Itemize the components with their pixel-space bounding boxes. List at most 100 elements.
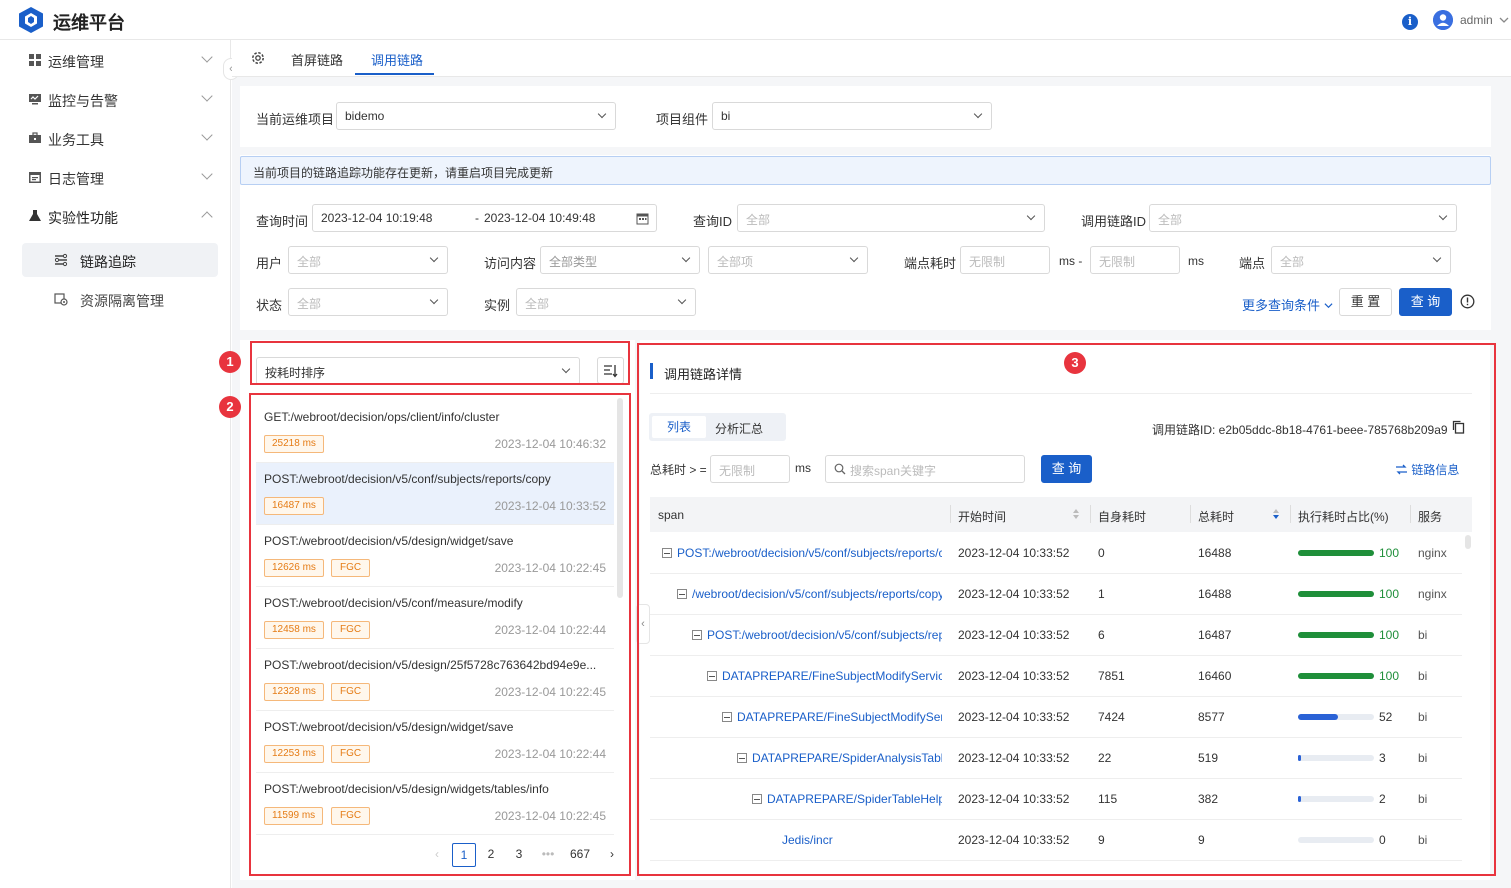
list-item[interactable]: POST:/webroot/decision/v5/design/widget/… bbox=[256, 711, 614, 773]
list-item[interactable]: GET:/webroot/decision/ops/client/info/cl… bbox=[256, 401, 614, 463]
tab-summary[interactable]: 分析汇总 bbox=[715, 420, 763, 437]
collapse-node-icon[interactable] bbox=[662, 548, 672, 558]
panel-collapse-handle[interactable]: ‹ bbox=[636, 604, 650, 644]
list-item[interactable]: POST:/webroot/decision/v5/design/25f5728… bbox=[256, 649, 614, 711]
project-select[interactable]: bidemo bbox=[336, 102, 616, 130]
service-cell: bi bbox=[1418, 792, 1428, 806]
list-item[interactable]: POST:/webroot/decision/v5/design/widgets… bbox=[256, 773, 614, 835]
endpoint-cost-min-input[interactable]: 无限制 bbox=[960, 246, 1050, 274]
collapse-node-icon[interactable] bbox=[707, 671, 717, 681]
collapse-node-icon[interactable] bbox=[752, 794, 762, 804]
component-select[interactable]: bi bbox=[712, 102, 992, 130]
status-select[interactable]: 全部 bbox=[288, 288, 448, 316]
col-divider bbox=[1410, 505, 1411, 523]
reset-button[interactable]: 重 置 bbox=[1339, 288, 1392, 316]
list-item-time: 2023-12-04 10:46:32 bbox=[494, 437, 606, 451]
row-divider bbox=[650, 696, 1462, 697]
chain-info-link[interactable]: 链路信息 bbox=[1395, 461, 1459, 478]
info-icon[interactable]: i bbox=[1402, 14, 1418, 30]
sidebar-item-trace[interactable]: 链路追踪 bbox=[22, 243, 218, 277]
visit-item-select[interactable]: 全部项 bbox=[708, 246, 868, 274]
list-scrollbar[interactable] bbox=[617, 398, 623, 598]
tab-first-screen[interactable]: 首屏链路 bbox=[291, 50, 343, 69]
sidebar-item-logs[interactable]: 日志管理 bbox=[28, 167, 213, 189]
percent-label: 3 bbox=[1379, 751, 1386, 765]
service-cell: bi bbox=[1418, 751, 1428, 765]
chevron-down-icon bbox=[677, 295, 687, 305]
tab-active-indicator bbox=[355, 73, 434, 75]
span-name[interactable]: DATAPREPARE/FineSubjectModifyServiceImpl bbox=[722, 669, 942, 683]
span-name[interactable]: POST:/webroot/decision/v5/conf/subjects/… bbox=[707, 628, 942, 642]
total-cost-input[interactable]: 无限制 bbox=[710, 455, 790, 483]
next-page-button[interactable]: › bbox=[605, 843, 619, 867]
query-id-placeholder: 全部 bbox=[746, 213, 771, 227]
page-last[interactable]: 667 bbox=[566, 843, 594, 867]
sidebar-item-isolation[interactable]: 资源隔离管理 bbox=[22, 282, 218, 316]
more-conditions-link[interactable]: 更多查询条件 bbox=[1242, 295, 1333, 314]
time-range-picker[interactable]: 2023-12-04 10:19:48 - 2023-12-04 10:49:4… bbox=[312, 204, 657, 232]
col-total-cost[interactable]: 总耗时 bbox=[1198, 508, 1234, 525]
endpoint-select[interactable]: 全部 bbox=[1271, 246, 1451, 274]
project-label: 当前运维项目 bbox=[256, 112, 335, 127]
query-id-select[interactable]: 全部 bbox=[737, 204, 1045, 232]
page-3[interactable]: 3 bbox=[510, 843, 528, 867]
query-button[interactable]: 查 询 bbox=[1399, 288, 1452, 316]
query-id-label: 查询ID bbox=[693, 214, 733, 229]
page-ellipsis[interactable]: ••• bbox=[536, 843, 560, 867]
duration-badge: 12626 ms bbox=[264, 559, 324, 577]
alert-icon[interactable] bbox=[1460, 294, 1475, 309]
copy-icon[interactable] bbox=[1452, 420, 1465, 434]
sidebar-item-tools[interactable]: 业务工具 bbox=[28, 128, 213, 150]
span-name[interactable]: DATAPREPARE/SpiderTableHelper bbox=[767, 792, 942, 806]
prev-page-button[interactable]: ‹ bbox=[430, 843, 444, 867]
span-name[interactable]: /webroot/decision/v5/conf/subjects/repor… bbox=[692, 587, 942, 601]
collapse-node-icon[interactable] bbox=[722, 712, 732, 722]
percent-bar-fill bbox=[1298, 591, 1374, 597]
table-scrollbar[interactable] bbox=[1465, 535, 1471, 549]
span-search-input[interactable]: 搜索span关键字 bbox=[825, 455, 1025, 483]
list-item-title: POST:/webroot/decision/v5/conf/subjects/… bbox=[264, 472, 551, 486]
chevron-down-icon[interactable] bbox=[1499, 15, 1509, 25]
collapse-node-icon[interactable] bbox=[677, 589, 687, 599]
collapse-node-icon[interactable] bbox=[692, 630, 702, 640]
list-item[interactable]: POST:/webroot/decision/v5/design/widget/… bbox=[256, 525, 614, 587]
user-placeholder: 全部 bbox=[297, 255, 322, 269]
sort-icon bbox=[604, 365, 618, 378]
sidebar-item-monitor[interactable]: 监控与告警 bbox=[28, 89, 213, 111]
percent-bar-fill bbox=[1298, 632, 1374, 638]
span-name[interactable]: DATAPREPARE/SpiderAnalysisTableBuilder bbox=[752, 751, 942, 765]
sort-arrows-icon[interactable] bbox=[1272, 508, 1280, 520]
endpoint-cost-max-input[interactable]: 无限制 bbox=[1090, 246, 1180, 274]
span-name[interactable]: Jedis/incr bbox=[782, 833, 942, 847]
span-name[interactable]: DATAPREPARE/FineSubjectModifyServiceImpl bbox=[737, 710, 942, 724]
span-query-button[interactable]: 查 询 bbox=[1041, 455, 1092, 483]
sort-select[interactable]: 按耗时排序 bbox=[256, 357, 580, 385]
visit-type-select[interactable]: 全部类型 bbox=[540, 246, 700, 274]
page-2[interactable]: 2 bbox=[482, 843, 500, 867]
marker-1: 1 bbox=[219, 351, 241, 373]
gc-tag: FGC bbox=[331, 683, 371, 701]
span-name[interactable]: POST:/webroot/decision/v5/conf/subjects/… bbox=[677, 546, 942, 560]
user-select[interactable]: 全部 bbox=[288, 246, 448, 274]
sort-arrows-icon[interactable] bbox=[1072, 508, 1080, 520]
user-name[interactable]: admin bbox=[1460, 13, 1493, 27]
chevron-down-icon bbox=[429, 253, 439, 263]
total-cost-cell: 16487 bbox=[1198, 628, 1232, 642]
sidebar-item-experimental[interactable]: 实验性功能 bbox=[28, 206, 213, 228]
ms-label: ms bbox=[1188, 254, 1204, 268]
tab-call-trace[interactable]: 调用链路 bbox=[371, 50, 423, 69]
list-item[interactable]: POST:/webroot/decision/v5/conf/measure/m… bbox=[256, 587, 614, 649]
list-item-title: POST:/webroot/decision/v5/conf/measure/m… bbox=[264, 596, 523, 610]
instance-select[interactable]: 全部 bbox=[516, 288, 696, 316]
list-item[interactable]: POST:/webroot/decision/v5/conf/subjects/… bbox=[256, 463, 614, 525]
col-start-time[interactable]: 开始时间 bbox=[958, 508, 1006, 525]
collapse-node-icon[interactable] bbox=[737, 753, 747, 763]
gear-icon[interactable] bbox=[250, 50, 266, 66]
sidebar-item-ops[interactable]: 运维管理 bbox=[28, 50, 213, 72]
page-1[interactable]: 1 bbox=[452, 843, 476, 867]
avatar[interactable] bbox=[1433, 10, 1453, 30]
sort-order-button[interactable] bbox=[597, 357, 624, 384]
tab-list[interactable]: 列表 bbox=[652, 416, 706, 438]
more-conditions-label: 更多查询条件 bbox=[1242, 298, 1321, 313]
trace-id-select[interactable]: 全部 bbox=[1149, 204, 1457, 232]
